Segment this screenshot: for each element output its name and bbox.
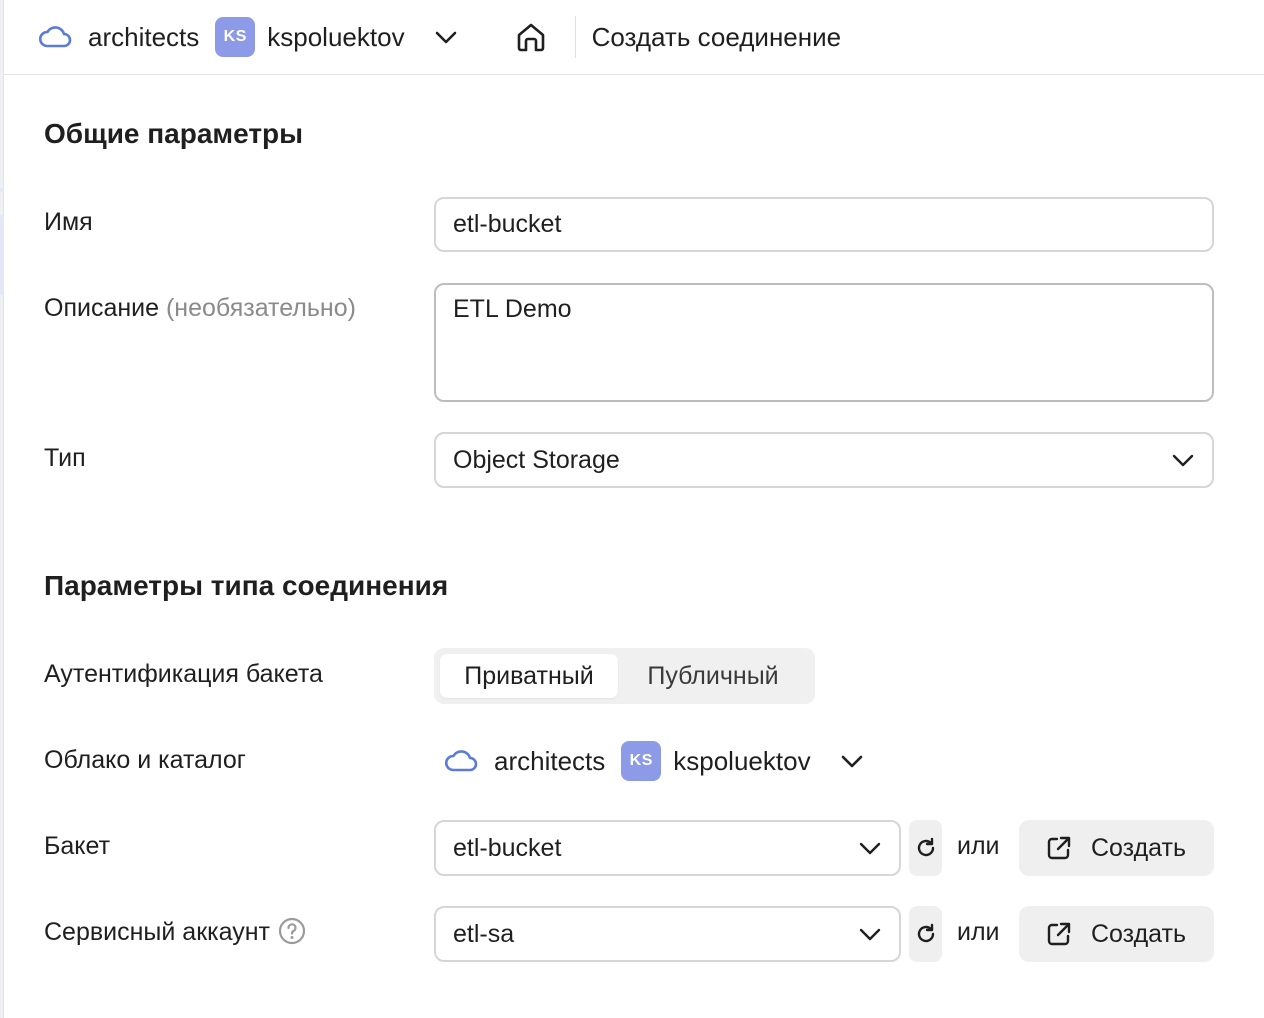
chevron-down-icon[interactable] bbox=[433, 24, 459, 50]
auth-option-public[interactable]: Публичный bbox=[618, 654, 808, 698]
type-value: Object Storage bbox=[453, 445, 620, 474]
auth-option-private[interactable]: Приватный bbox=[440, 654, 618, 698]
external-link-icon bbox=[1045, 920, 1073, 948]
folder-name: kspoluektov bbox=[673, 745, 811, 776]
chevron-down-icon bbox=[839, 748, 865, 774]
description-textarea[interactable]: ETL Demo bbox=[434, 283, 1214, 402]
top-header: architects KS kspoluektov Создать соедин… bbox=[4, 0, 1264, 75]
or-text: или bbox=[957, 832, 1000, 860]
or-text: или bbox=[957, 918, 1000, 946]
header-divider bbox=[574, 16, 576, 58]
chevron-down-icon bbox=[857, 921, 883, 947]
auth-segmented-control: Приватный Публичный bbox=[434, 648, 815, 704]
help-icon[interactable] bbox=[278, 917, 306, 945]
service-account-refresh-button[interactable] bbox=[909, 906, 942, 962]
cloud-name: architects bbox=[494, 745, 606, 776]
section-title-general: Общие параметры bbox=[44, 118, 304, 149]
auth-label: Аутентификация бакета bbox=[44, 660, 323, 688]
left-edge-rail bbox=[0, 0, 4, 1018]
type-label: Тип bbox=[44, 444, 86, 472]
create-service-account-button[interactable]: Создать bbox=[1019, 906, 1214, 962]
service-account-label-text: Сервисный аккаунт bbox=[44, 918, 271, 946]
rail-marker bbox=[0, 215, 4, 295]
home-icon[interactable] bbox=[514, 20, 548, 54]
chevron-down-icon bbox=[857, 835, 883, 861]
bucket-select[interactable]: etl-bucket bbox=[434, 820, 901, 876]
page-title: Создать соединение bbox=[591, 21, 842, 52]
section-title-connection: Параметры типа соединения bbox=[44, 570, 449, 601]
description-label-text: Описание bbox=[44, 294, 160, 322]
description-optional-hint: (необязательно) bbox=[165, 294, 356, 322]
service-account-select[interactable]: etl-sa bbox=[434, 906, 901, 962]
refresh-icon bbox=[914, 836, 938, 860]
service-account-label: Сервисный аккаунт bbox=[44, 918, 306, 947]
description-label: Описание (необязательно) bbox=[44, 294, 356, 323]
bucket-refresh-button[interactable] bbox=[909, 820, 942, 876]
name-input[interactable]: etl-bucket bbox=[434, 197, 1214, 252]
folder-badge: KS bbox=[215, 17, 256, 57]
create-label: Создать bbox=[1091, 919, 1187, 948]
refresh-icon bbox=[914, 922, 938, 946]
create-bucket-button[interactable]: Создать bbox=[1019, 820, 1214, 876]
rail-marker bbox=[0, 188, 4, 192]
cloud-icon bbox=[444, 747, 478, 775]
bucket-value: etl-bucket bbox=[453, 833, 562, 862]
type-select[interactable]: Object Storage bbox=[434, 432, 1214, 488]
cloud-name: architects bbox=[88, 21, 200, 52]
bucket-label: Бакет bbox=[44, 832, 111, 860]
name-value: etl-bucket bbox=[453, 210, 562, 238]
create-label: Создать bbox=[1091, 833, 1187, 862]
folder-badge: KS bbox=[621, 741, 662, 781]
description-value: ETL Demo bbox=[453, 295, 572, 323]
folder-name: kspoluektov bbox=[267, 21, 405, 52]
external-link-icon bbox=[1045, 834, 1073, 862]
cloud-icon bbox=[38, 23, 72, 51]
chevron-down-icon bbox=[1170, 447, 1196, 473]
cloud-folder-picker[interactable]: architects KS kspoluektov bbox=[444, 741, 865, 781]
name-label: Имя bbox=[44, 208, 93, 236]
cloud-folder-switcher[interactable]: architects KS kspoluektov bbox=[38, 17, 459, 57]
cloud-folder-label: Облако и каталог bbox=[44, 746, 246, 774]
service-account-value: etl-sa bbox=[453, 919, 515, 948]
